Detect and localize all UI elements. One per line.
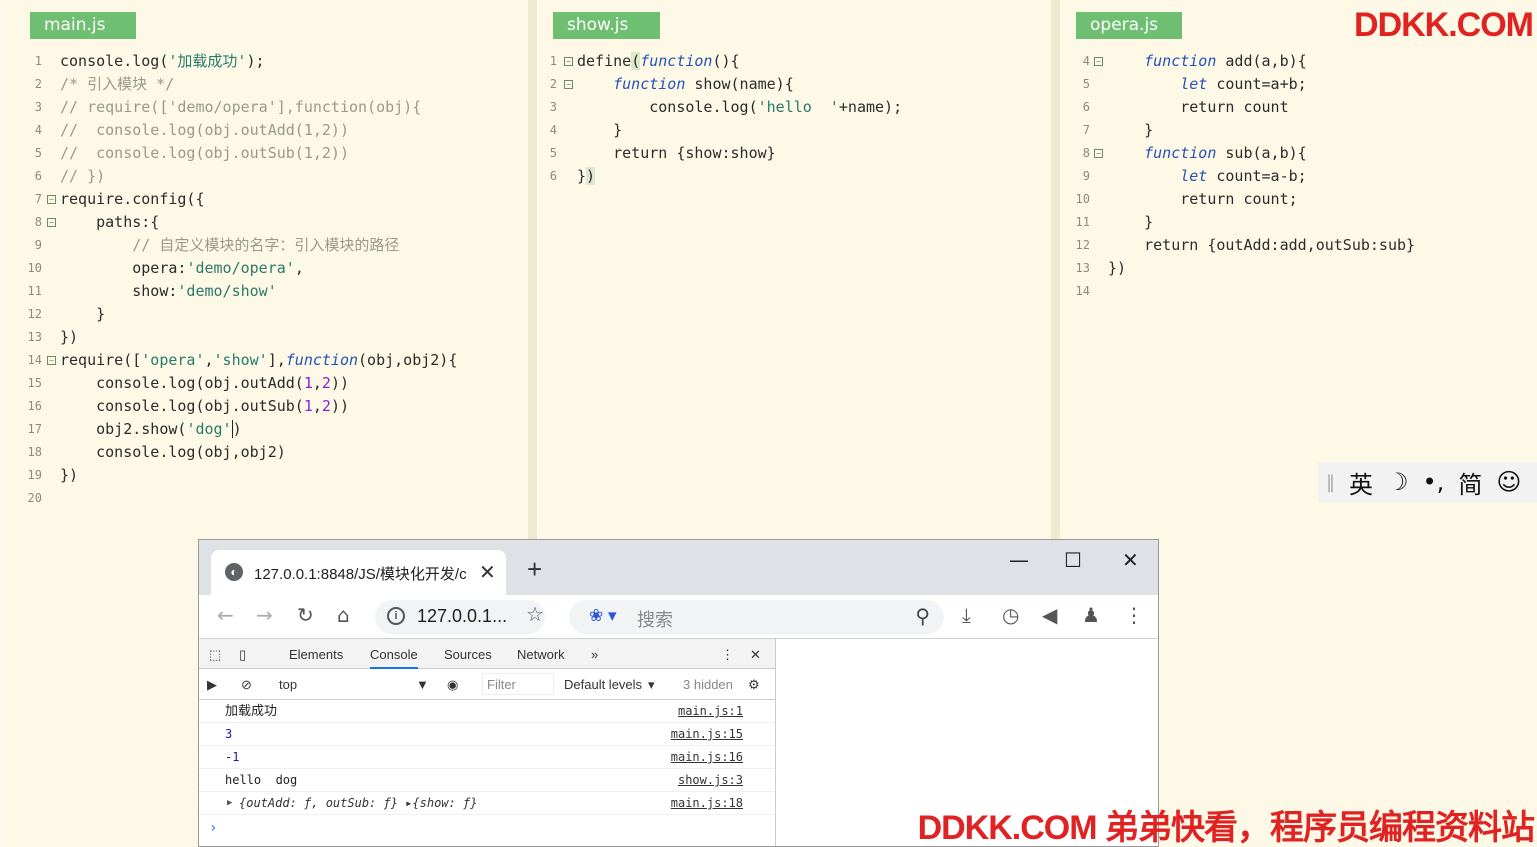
console-row[interactable]: ▶ {outAdd: ƒ, outSub: ƒ} ▸{show: ƒ} main… xyxy=(199,792,775,815)
ime-punct-icon[interactable]: •, xyxy=(1423,468,1445,496)
console-message: 3 xyxy=(225,727,233,741)
console-message: hello dog xyxy=(225,773,298,787)
history-icon[interactable]: ◷ xyxy=(1002,603,1019,627)
fold-toggle-icon[interactable]: − xyxy=(1094,149,1103,158)
home-icon[interactable]: ⌂ xyxy=(337,603,350,627)
sound-icon[interactable]: ◀ xyxy=(1042,603,1057,627)
download-icon[interactable]: ⤓ xyxy=(962,603,971,627)
ime-script-toggle[interactable]: 简 xyxy=(1458,465,1482,500)
search-placeholder: 搜索 xyxy=(637,610,673,630)
new-tab-icon[interactable]: + xyxy=(527,554,542,585)
fold-toggle-icon[interactable]: − xyxy=(564,57,573,66)
browser-tab[interactable]: ◐ 127.0.0.1:8848/JS/模块化开发/c ✕ xyxy=(211,550,506,595)
console-row: 3 main.js:15 xyxy=(199,723,775,746)
devtools-close-icon[interactable]: ✕ xyxy=(750,647,761,663)
context-dropdown-icon[interactable]: ▼ xyxy=(416,677,429,692)
fold-toggle-icon[interactable]: − xyxy=(47,356,56,365)
browser-toolbar: ← → ↻ ⌂ i 127.0.0.1... ☆ ❀ ▾ 搜索 ⚲ ⤓ ◷ ◀ … xyxy=(199,595,1158,639)
console-message: -1 xyxy=(225,750,240,764)
code-opera-js[interactable]: 4− function add(a,b){ 5 let count=a+b; 6… xyxy=(1060,50,1537,303)
live-expression-eye-icon[interactable]: ◉ xyxy=(447,677,458,693)
bookmark-star-icon[interactable]: ☆ xyxy=(526,602,544,627)
ime-toolbar: ‖ 英 ☽ •, 简 ☺ xyxy=(1318,462,1537,502)
incognito-icon[interactable]: ♟ xyxy=(1082,603,1100,627)
tab-show-js[interactable]: show.js xyxy=(553,12,660,39)
tab-main-js[interactable]: main.js xyxy=(30,12,136,39)
globe-icon: ◐ xyxy=(225,563,243,581)
sidebar-toggle-icon[interactable]: ▶ xyxy=(207,677,217,693)
drag-handle-icon[interactable]: ‖ xyxy=(1326,472,1335,493)
console-source-link[interactable]: main.js:1 xyxy=(678,700,743,723)
clear-console-icon[interactable]: ⊘ xyxy=(241,677,252,693)
console-row: hello dog show.js:3 xyxy=(199,769,775,792)
pane-splitter[interactable] xyxy=(528,0,537,540)
search-box[interactable]: ❀ ▾ 搜索 ⚲ xyxy=(569,600,944,634)
tab-console[interactable]: Console xyxy=(370,647,418,669)
close-tab-icon[interactable]: ✕ xyxy=(479,560,496,585)
pane-splitter[interactable] xyxy=(1051,0,1060,540)
console-filter-input[interactable]: Filter xyxy=(482,673,554,695)
tab-network[interactable]: Network xyxy=(517,647,565,662)
console-source-link[interactable]: show.js:3 xyxy=(678,769,743,792)
context-select[interactable]: top xyxy=(279,677,297,692)
code-main-js[interactable]: 1 console.log('加载成功'); 2/* 引入模块 */ 3// re… xyxy=(12,50,530,510)
baidu-paw-icon[interactable]: ❀ ▾ xyxy=(589,606,617,626)
console-output: 加载成功 main.js:1 3 main.js:15 -1 main.js:1… xyxy=(199,700,775,846)
fold-toggle-icon[interactable]: − xyxy=(47,195,56,204)
maximize-icon[interactable]: ☐ xyxy=(1064,548,1082,572)
hidden-count: 3 hidden xyxy=(683,677,733,692)
console-settings-gear-icon[interactable]: ⚙ xyxy=(748,677,760,693)
console-source-link[interactable]: main.js:18 xyxy=(671,792,743,815)
tab-opera-js[interactable]: opera.js xyxy=(1076,12,1182,39)
more-tabs-icon[interactable]: » xyxy=(591,647,598,662)
console-message: 加载成功 xyxy=(225,704,278,719)
address-url: 127.0.0.1... xyxy=(417,606,508,626)
back-icon[interactable]: ← xyxy=(217,603,234,627)
expand-triangle-icon[interactable]: ▶ xyxy=(227,792,232,815)
console-source-link[interactable]: main.js:15 xyxy=(671,723,743,746)
watermark-top: DDKK.COM xyxy=(1354,6,1534,44)
fold-toggle-icon[interactable]: − xyxy=(1094,57,1103,66)
browser-tab-title: 127.0.0.1:8848/JS/模块化开发/c xyxy=(254,566,467,583)
fold-toggle-icon[interactable]: − xyxy=(564,80,573,89)
address-bar[interactable]: i 127.0.0.1... xyxy=(375,600,545,634)
ime-language-toggle[interactable]: 英 xyxy=(1349,465,1373,500)
console-filterbar: ▶ ⊘ top ▼ ◉ Filter Default levels ▾ 3 hi… xyxy=(199,669,775,700)
tab-elements[interactable]: Elements xyxy=(289,647,343,662)
log-levels-select[interactable]: Default levels xyxy=(564,677,642,692)
console-source-link[interactable]: main.js:16 xyxy=(671,746,743,769)
ime-emoji-icon[interactable]: ☺ xyxy=(1496,468,1521,496)
devtools-panel: ⬚ ▯ Elements Console Sources Network » ⋮… xyxy=(199,639,776,846)
inspect-element-icon[interactable]: ⬚ xyxy=(209,647,221,663)
forward-icon[interactable]: → xyxy=(256,603,273,627)
browser-titlebar: ◐ 127.0.0.1:8848/JS/模块化开发/c ✕ + — ☐ ✕ xyxy=(199,540,1158,595)
devtools-tabbar: ⬚ ▯ Elements Console Sources Network » ⋮… xyxy=(199,639,775,669)
device-toggle-icon[interactable]: ▯ xyxy=(239,647,246,663)
console-row: -1 main.js:16 xyxy=(199,746,775,769)
ime-moon-icon[interactable]: ☽ xyxy=(1387,468,1409,496)
search-icon[interactable]: ⚲ xyxy=(915,604,930,629)
close-window-icon[interactable]: ✕ xyxy=(1122,548,1139,572)
devtools-menu-icon[interactable]: ⋮ xyxy=(721,647,734,663)
fold-toggle-icon[interactable]: − xyxy=(47,218,56,227)
menu-kebab-icon[interactable]: ⋮ xyxy=(1124,603,1144,627)
console-message[interactable]: {outAdd: ƒ, outSub: ƒ} ▸{show: ƒ} xyxy=(239,792,477,815)
info-icon[interactable]: i xyxy=(387,607,405,625)
levels-dropdown-icon[interactable]: ▾ xyxy=(648,677,655,693)
tab-sources[interactable]: Sources xyxy=(444,647,492,662)
code-show-js[interactable]: 1− define(function(){ 2− function show(na… xyxy=(537,50,1052,188)
watermark-bottom: DDKK.COM 弟弟快看，程序员编程资料站 xyxy=(917,809,1535,847)
console-prompt-icon[interactable]: › xyxy=(209,820,217,836)
minimize-icon[interactable]: — xyxy=(1009,548,1029,572)
console-row: 加载成功 main.js:1 xyxy=(199,700,775,723)
reload-icon[interactable]: ↻ xyxy=(297,603,314,627)
